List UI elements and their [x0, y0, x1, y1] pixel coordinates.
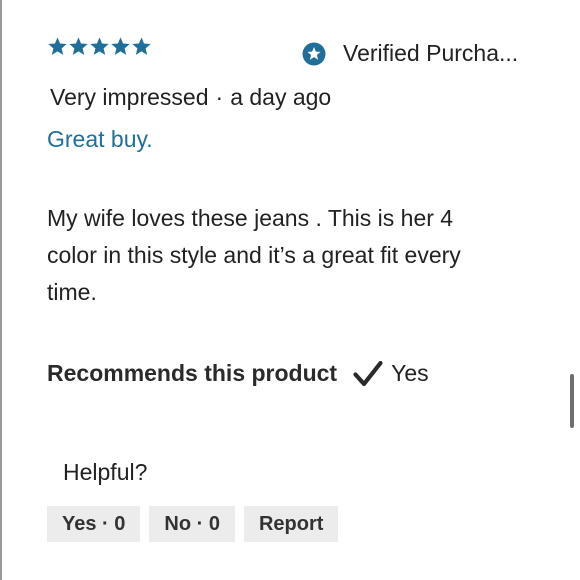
review-meta: Very impressed · a day ago — [50, 84, 331, 111]
recommends-label: Recommends this product — [47, 360, 338, 386]
review-title: Great buy. — [47, 126, 153, 152]
recommends-value: Yes — [391, 360, 429, 386]
checkmark-icon — [353, 360, 383, 387]
report-button[interactable]: Report — [243, 506, 339, 542]
star-icon — [68, 36, 89, 57]
scrollbar-thumb[interactable] — [570, 374, 574, 428]
star-icon — [47, 36, 68, 57]
helpful-label: Helpful? — [63, 459, 148, 485]
star-icon — [89, 36, 110, 57]
verified-purchase-label: Verified Purcha... — [343, 40, 519, 66]
meta-separator: · — [215, 84, 224, 110]
feedback-buttons: Yes · 0 No · 0 Report — [47, 506, 339, 542]
helpful-no-button[interactable]: No · 0 — [149, 506, 235, 542]
verified-star-badge-icon — [302, 42, 326, 66]
star-rating — [47, 36, 152, 57]
star-icon — [110, 36, 131, 57]
panel-left-border — [0, 0, 2, 580]
verified-purchase-badge: Verified Purcha... — [302, 40, 518, 67]
star-icon — [131, 36, 152, 57]
review-author: Very impressed — [50, 84, 209, 110]
recommends-product: Recommends this product Yes — [47, 360, 429, 387]
helpful-yes-button[interactable]: Yes · 0 — [47, 506, 141, 542]
review-time: a day ago — [230, 84, 332, 110]
review-body: My wife loves these jeans . This is her … — [47, 205, 461, 305]
